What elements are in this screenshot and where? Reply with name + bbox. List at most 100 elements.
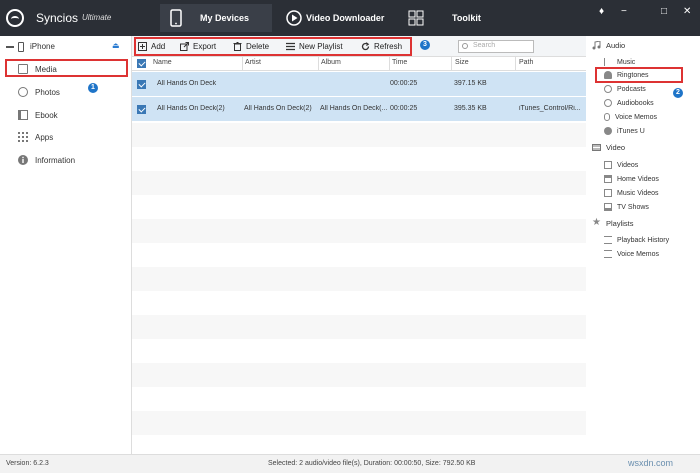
cell-name: All Hands On Deck(2)	[157, 105, 225, 112]
device-name: iPhone	[30, 42, 55, 51]
cell-size: 395.35 KB	[454, 105, 487, 112]
app-name: Syncios	[36, 11, 79, 25]
tab-video-downloader[interactable]: Video Downloader	[286, 4, 398, 32]
video-item-music-videos[interactable]: Music Videos	[604, 187, 659, 199]
table-row[interactable]: All Hands On Deck(2) All Hands On Deck(2…	[132, 97, 586, 121]
status-bar: Version: 6.2.3 Selected: 2 audio/video f…	[0, 454, 700, 473]
close-button[interactable]: ✕	[683, 6, 691, 17]
iphone-icon	[18, 42, 24, 52]
film-icon	[592, 144, 601, 151]
audio-group-title: Audio	[606, 41, 626, 50]
item-label: Music	[617, 58, 636, 66]
cell-path: iTunes_Control/Ri...	[519, 105, 581, 112]
playlist-item-voice-memos[interactable]: Voice Memos	[604, 248, 659, 260]
sidebar-item-label: Ebook	[35, 110, 58, 120]
item-label: Playback History	[617, 236, 670, 244]
sidebar-item-ebook[interactable]: Ebook	[18, 107, 118, 123]
cell-name: All Hands On Deck	[157, 80, 217, 87]
audio-item-voice-memos[interactable]: Voice Memos	[604, 111, 657, 123]
audiobook-icon	[604, 99, 612, 107]
column-divider	[451, 57, 452, 71]
row-checkbox[interactable]	[137, 80, 146, 89]
photos-icon	[18, 87, 28, 97]
empty-row	[132, 315, 586, 339]
audio-item-audiobooks[interactable]: Audiobooks	[604, 97, 654, 109]
row-checkbox[interactable]	[137, 105, 146, 114]
item-label: TV Shows	[617, 203, 649, 211]
column-header-album[interactable]: Album	[321, 59, 341, 66]
select-all-checkbox[interactable]	[137, 59, 146, 68]
empty-row	[132, 219, 586, 243]
audio-item-itunes-u[interactable]: iTunes U	[604, 125, 645, 137]
media-table: Name Artist Album Time Size Path All Han…	[132, 57, 586, 454]
item-label: Videos	[617, 161, 639, 169]
video-icon	[604, 161, 612, 169]
column-header-path[interactable]: Path	[519, 59, 533, 66]
item-label: Audiobooks	[617, 99, 654, 107]
step-badge-3: 3	[420, 40, 430, 50]
playlist-icon	[604, 250, 612, 258]
music-video-icon	[604, 189, 612, 197]
home-icon	[604, 175, 612, 183]
right-panel: Audio Music Ringtones Podcasts Audiobook…	[586, 36, 700, 454]
item-label: Music Videos	[617, 189, 659, 197]
cell-size: 397.15 KB	[454, 80, 487, 87]
tab-toolkit[interactable]: Toolkit	[408, 4, 498, 32]
phone-icon	[170, 9, 182, 27]
cell-time: 00:00:25	[390, 105, 418, 112]
column-divider	[515, 57, 516, 71]
sidebar-item-photos[interactable]: Photos	[18, 84, 118, 100]
column-header-artist[interactable]: Artist	[245, 59, 261, 66]
tab-toolkit-label: Toolkit	[452, 13, 481, 23]
audio-item-podcasts[interactable]: Podcasts	[604, 83, 646, 95]
device-row[interactable]: iPhone ⏏	[6, 41, 126, 55]
music-note-icon	[592, 41, 601, 50]
selection-summary: Selected: 2 audio/video file(s), Duratio…	[268, 460, 476, 467]
feedback-icon[interactable]: ♦	[599, 6, 604, 17]
playlists-group-title: Playlists	[606, 219, 634, 228]
empty-row	[132, 147, 586, 171]
item-label: Voice Memos	[615, 113, 658, 121]
collapse-icon[interactable]	[6, 46, 14, 48]
empty-row	[132, 171, 586, 195]
tab-my-devices[interactable]: My Devices	[160, 4, 272, 32]
column-header-name[interactable]: Name	[153, 59, 172, 66]
column-divider	[389, 57, 390, 71]
maximize-button[interactable]: □	[661, 6, 667, 17]
empty-row	[132, 243, 586, 267]
highlight-toolbar	[134, 37, 412, 56]
sidebar-item-apps[interactable]: Apps	[18, 129, 118, 145]
empty-row	[132, 267, 586, 291]
star-icon: ★	[592, 217, 601, 228]
step-badge-1: 1	[88, 83, 98, 93]
sidebar-item-label: Apps	[35, 132, 54, 142]
empty-row	[132, 363, 586, 387]
video-item-tv-shows[interactable]: TV Shows	[604, 201, 649, 213]
video-group-title: Video	[606, 143, 626, 152]
version-text: Version: 6.2.3	[6, 460, 49, 467]
cell-time: 00:00:25	[390, 80, 418, 87]
playlist-item-playback-history[interactable]: Playback History	[604, 234, 669, 246]
minimize-button[interactable]: −	[621, 6, 627, 17]
search-placeholder: Search	[473, 42, 496, 49]
empty-row	[132, 435, 586, 454]
play-icon	[286, 10, 302, 26]
column-header-size[interactable]: Size	[455, 59, 469, 66]
column-divider	[318, 57, 319, 71]
sidebar-item-information[interactable]: Information	[18, 152, 118, 168]
table-row[interactable]: All Hands On Deck 00:00:25 397.15 KB	[132, 72, 586, 96]
eject-icon[interactable]: ⏏	[112, 41, 120, 50]
item-label: Voice Memos	[617, 250, 660, 258]
video-item-videos[interactable]: Videos	[604, 159, 638, 171]
cell-album: All Hands On Deck(...	[320, 105, 388, 112]
item-label: Podcasts	[617, 85, 646, 93]
syncios-logo-icon	[6, 9, 24, 27]
tv-icon	[604, 203, 612, 211]
info-icon	[18, 155, 28, 165]
search-input[interactable]: Search	[458, 40, 534, 53]
watermark: wsxdn.com	[628, 458, 674, 468]
column-header-time[interactable]: Time	[392, 59, 407, 66]
cell-artist: All Hands On Deck(2)	[244, 105, 312, 112]
video-item-home-videos[interactable]: Home Videos	[604, 173, 659, 185]
app-edition: Ultimate	[82, 13, 112, 22]
